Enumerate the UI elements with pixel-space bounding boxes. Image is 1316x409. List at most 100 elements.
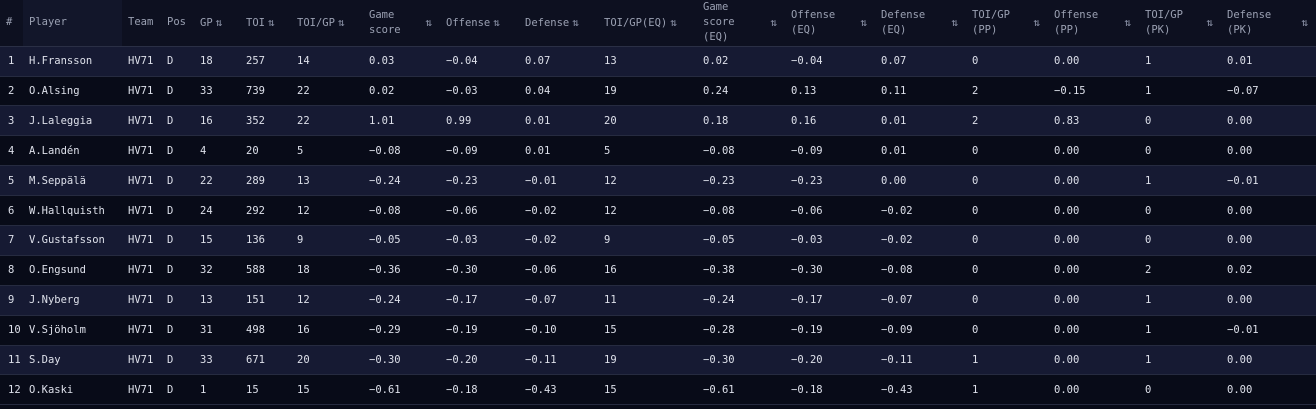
table-cell: O.Kaski [23, 374, 122, 406]
table-row[interactable]: 6 W.Hallquisth HV71 D 24 292 12 −0.08 −0.06 −0.02… [0, 195, 1316, 226]
table-row[interactable]: 10 V.Sjöholm HV71 D 31 498 16 −0.29 −0.19 −0.10 15… [0, 315, 1316, 346]
table-row[interactable]: 3 J.Laleggia HV71 D 16 352 22 1.01 0.99 0.01 20 0.1… [0, 105, 1316, 137]
table-cell: 0.01 [1221, 46, 1316, 77]
column-header-11[interactable]: Game score (EQ) ⇅ [697, 0, 785, 47]
table-cell: 352 [240, 105, 291, 137]
column-header-15[interactable]: Offense (PP) ⇅ [1048, 0, 1139, 47]
column-header-label: Player [29, 16, 67, 29]
table-cell: 2 [0, 76, 23, 107]
table-row[interactable]: 5 M.Seppälä HV71 D 22 289 13 −0.24 −0.23 −0.01 12−… [0, 165, 1316, 197]
sort-icon[interactable]: ⇅ [860, 15, 867, 31]
table-cell: 0 [966, 46, 1048, 77]
table-cell: 13 [598, 46, 697, 77]
table-cell: 18 [194, 46, 240, 77]
column-header-4[interactable]: GP ⇅ [194, 0, 240, 47]
table-row[interactable]: 7 V.Gustafsson HV71 D 15 136 9 −0.05 −0.03 −0.02 9… [0, 225, 1316, 256]
table-cell: 0 [1139, 195, 1221, 226]
table-cell: 22 [194, 165, 240, 197]
table-cell: 0.13 [785, 76, 875, 107]
sort-icon[interactable]: ⇅ [1206, 15, 1213, 31]
table-cell: 1 [1139, 76, 1221, 107]
table-cell: 0.00 [1048, 46, 1139, 77]
table-cell: HV71 [122, 76, 161, 107]
table-cell: −0.43 [875, 374, 966, 406]
table-cell: 0 [966, 135, 1048, 167]
column-header-9[interactable]: Defense ⇅ [519, 0, 598, 47]
table-cell: 0 [1139, 374, 1221, 406]
table-cell: 12 [0, 374, 23, 406]
table-cell: HV71 [122, 225, 161, 256]
column-header-10[interactable]: TOI/GP(EQ) ⇅ [598, 0, 697, 47]
table-cell: O.Engsund [23, 255, 122, 286]
sort-icon[interactable]: ⇅ [951, 15, 958, 31]
column-header-13[interactable]: Defense (EQ) ⇅ [875, 0, 966, 47]
column-header-2: Team [122, 0, 161, 47]
table-cell: 0.00 [1048, 195, 1139, 226]
table-cell: 22 [291, 76, 363, 107]
table-cell: 1 [1139, 285, 1221, 316]
table-cell: D [161, 315, 194, 346]
table-cell: D [161, 255, 194, 286]
table-cell: 0 [966, 285, 1048, 316]
column-header-label: Game score [369, 8, 401, 36]
table-cell: 1 [194, 374, 240, 406]
table-cell: D [161, 76, 194, 107]
table-cell: 12 [598, 195, 697, 226]
table-cell: 0.00 [1221, 285, 1316, 316]
table-row[interactable]: 2 O.Alsing HV71 D 33 739 22 0.02 −0.03 0.04 19 0.24… [0, 76, 1316, 107]
table-row[interactable]: 11 S.Day HV71 D 33 671 20 −0.30 −0.20 −0.11 19 −0.3… [0, 345, 1316, 376]
table-cell: 257 [240, 46, 291, 77]
sort-icon[interactable]: ⇅ [216, 16, 223, 29]
table-cell: HV71 [122, 374, 161, 406]
table-cell: 9 [598, 225, 697, 256]
table-cell: HV71 [122, 105, 161, 137]
table-cell: 1 [966, 345, 1048, 376]
table-cell: 588 [240, 255, 291, 286]
header-row: # Player Team Pos GP ⇅ TOI ⇅ TOI/GP ⇅ Game score ⇅ O… [0, 0, 1316, 47]
table-cell: −0.01 [1221, 165, 1316, 197]
sort-icon[interactable]: ⇅ [1033, 15, 1040, 31]
table-cell: −0.02 [519, 225, 598, 256]
column-header-6[interactable]: TOI/GP ⇅ [291, 0, 363, 47]
column-header-17[interactable]: Defense (PK) ⇅ [1221, 0, 1316, 47]
table-cell: 15 [598, 315, 697, 346]
sort-icon[interactable]: ⇅ [338, 16, 345, 29]
table-cell: 0.00 [875, 165, 966, 197]
table-cell: −0.10 [519, 315, 598, 346]
sort-icon[interactable]: ⇅ [670, 16, 677, 29]
table-cell: 739 [240, 76, 291, 107]
sort-icon[interactable]: ⇅ [572, 16, 579, 29]
sort-icon[interactable]: ⇅ [268, 16, 275, 29]
table-body: 1 H.Fransson HV71 D 18 257 14 0.03 −0.04 0.07 13 0.… [0, 46, 1316, 406]
table-cell: −0.02 [875, 225, 966, 256]
sort-icon[interactable]: ⇅ [425, 15, 432, 31]
column-header-16[interactable]: TOI/GP (PK) ⇅ [1139, 0, 1221, 47]
sort-icon[interactable]: ⇅ [770, 15, 777, 31]
table-row[interactable]: 9 J.Nyberg HV71 D 13 151 12 −0.24 −0.17 −0.07 11 −0… [0, 285, 1316, 316]
column-header-label: Offense [446, 16, 491, 29]
table-cell: 0.02 [363, 76, 440, 107]
table-row[interactable]: 4 A.Landén HV71 D 4 20 5 −0.08 −0.09 0.01 5 −0.08 −0… [0, 135, 1316, 167]
table-cell: −0.61 [363, 374, 440, 406]
sort-icon[interactable]: ⇅ [1301, 15, 1308, 31]
column-header-8[interactable]: Offense ⇅ [440, 0, 519, 47]
table-cell: 0.07 [519, 46, 598, 77]
table-cell: 0.01 [519, 105, 598, 137]
column-header-5[interactable]: TOI ⇅ [240, 0, 291, 47]
table-cell: 0.00 [1221, 135, 1316, 167]
table-cell: 32 [194, 255, 240, 286]
column-header-12[interactable]: Offense (EQ) ⇅ [785, 0, 875, 47]
table-cell: 16 [598, 255, 697, 286]
table-cell: 0 [966, 255, 1048, 286]
column-header-7[interactable]: Game score ⇅ [363, 0, 440, 47]
table-row[interactable]: 1 H.Fransson HV71 D 18 257 14 0.03 −0.04 0.07 13 0.… [0, 46, 1316, 77]
column-header-14[interactable]: TOI/GP (PP) ⇅ [966, 0, 1048, 47]
table-cell: 11 [598, 285, 697, 316]
table-cell: 0.00 [1048, 345, 1139, 376]
table-row[interactable]: 8 O.Engsund HV71 D 32 588 18 −0.36 −0.30 −0.06 16−… [0, 255, 1316, 286]
table-row[interactable]: 12 O.Kaski HV71 D 1 15 15 −0.61 −0.18 −0.43 15 −0.6… [0, 374, 1316, 406]
sort-icon[interactable]: ⇅ [1124, 15, 1131, 31]
sort-icon[interactable]: ⇅ [493, 16, 500, 29]
column-header-label: GP [200, 16, 213, 29]
table-cell: −0.20 [785, 345, 875, 376]
